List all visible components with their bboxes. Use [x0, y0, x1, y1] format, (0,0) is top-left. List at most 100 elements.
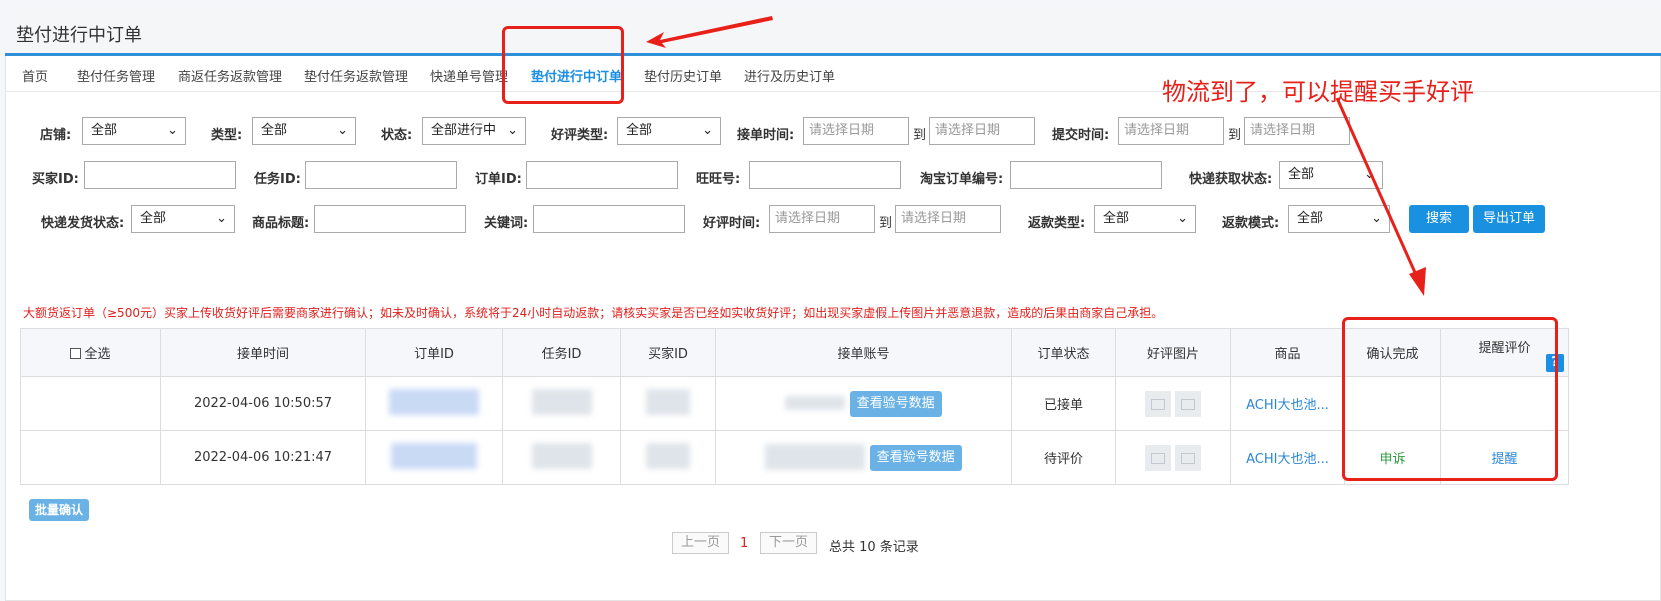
total-records: 总共 10 条记录: [829, 540, 919, 555]
remind-header-label: 提醒评价: [1478, 341, 1531, 356]
tab-advance-in-progress-orders[interactable]: 垫付进行中订单: [531, 66, 622, 85]
account-header: 接单账号: [715, 328, 1012, 377]
tab-merchant-refund-management[interactable]: 商返任务返款管理: [178, 66, 282, 85]
accept-time-label: 接单时间:: [737, 128, 795, 143]
image-placeholder-icon[interactable]: [1175, 390, 1201, 417]
refund-type-select[interactable]: 全部 ⌄: [1094, 205, 1196, 233]
product-title-input[interactable]: [314, 205, 466, 233]
wangwang-input[interactable]: [749, 161, 901, 189]
table-row: 2022-04-06 10:50:57 查看验号数据 已接单 ACHI大也池..…: [20, 376, 1569, 431]
refund-mode-label: 返款模式:: [1222, 216, 1280, 231]
annotation-text: 物流到了，可以提醒买手好评: [1162, 78, 1474, 106]
account-cell: 查看验号数据: [715, 430, 1012, 485]
batch-confirm-button[interactable]: 批量确认: [29, 499, 90, 521]
view-account-data-button[interactable]: 查看验号数据: [869, 444, 962, 471]
order-id-cell: [365, 376, 503, 431]
select-all-header[interactable]: 全选: [20, 328, 161, 377]
order-id-cell: [365, 430, 503, 485]
submit-time-to-input[interactable]: 请选择日期: [1244, 117, 1350, 145]
refund-mode-select[interactable]: 全部 ⌄: [1288, 205, 1390, 233]
current-page: 1: [740, 536, 749, 551]
export-orders-button[interactable]: 导出订单: [1473, 205, 1545, 233]
tab-progress-and-history-orders[interactable]: 进行及历史订单: [744, 66, 835, 85]
status-select[interactable]: 全部进行中 ⌄: [422, 117, 526, 145]
select-all-label: 全选: [84, 347, 111, 362]
taobao-order-input[interactable]: [1010, 161, 1162, 189]
express-ship-status-label: 快递发货状态:: [41, 216, 125, 231]
tab-advance-refund-management[interactable]: 垫付任务返款管理: [304, 66, 408, 85]
image-placeholder-icon[interactable]: [1175, 444, 1201, 471]
taobao-order-label: 淘宝订单编号:: [920, 172, 1004, 187]
status-select-value: 全部进行中: [431, 123, 497, 138]
remind-header: 提醒评价?: [1440, 328, 1569, 377]
accept-time-to-input[interactable]: 请选择日期: [929, 117, 1035, 145]
confirm-header: 确认完成: [1344, 328, 1441, 377]
view-account-data-button[interactable]: 查看验号数据: [849, 390, 942, 417]
accept-time-header: 接单时间: [160, 328, 366, 377]
accept-time-from-input[interactable]: 请选择日期: [803, 117, 909, 145]
redacted-value: [531, 388, 592, 415]
checkbox-icon[interactable]: [70, 348, 82, 359]
order-status-header: 订单状态: [1011, 328, 1116, 377]
redacted-value: [389, 388, 479, 415]
image-placeholder-icon[interactable]: [1145, 390, 1171, 417]
review-images-header: 好评图片: [1115, 328, 1231, 377]
review-time-from-input[interactable]: 请选择日期: [769, 205, 875, 233]
tab-advance-history-orders[interactable]: 垫付历史订单: [644, 66, 722, 85]
product-link[interactable]: ACHI大也池...: [1246, 452, 1329, 467]
status-label: 状态:: [381, 128, 413, 143]
order-id-input[interactable]: [526, 161, 678, 189]
account-cell: 查看验号数据: [715, 376, 1012, 431]
type-select[interactable]: 全部 ⌄: [252, 117, 356, 145]
review-time-to-input[interactable]: 请选择日期: [895, 205, 1001, 233]
submit-time-from-input[interactable]: 请选择日期: [1118, 117, 1224, 145]
help-icon[interactable]: ?: [1546, 354, 1564, 372]
row-checkbox-cell[interactable]: [20, 376, 161, 431]
product-header: 商品: [1230, 328, 1345, 377]
shop-select[interactable]: 全部 ⌄: [82, 117, 186, 145]
order-id-label: 订单ID:: [475, 172, 522, 187]
product-cell[interactable]: ACHI大也池...: [1230, 430, 1345, 485]
type-select-value: 全部: [261, 123, 288, 138]
row-checkbox-cell[interactable]: [20, 430, 161, 485]
search-button[interactable]: 搜索: [1409, 205, 1469, 233]
shop-label: 店铺:: [40, 128, 72, 143]
redacted-value: [531, 442, 592, 469]
review-time-to-label: 到: [879, 216, 893, 231]
review-type-label: 好评类型:: [551, 128, 609, 143]
task-id-input[interactable]: [305, 161, 457, 189]
product-cell[interactable]: ACHI大也池...: [1230, 376, 1345, 431]
review-type-select[interactable]: 全部 ⌄: [617, 117, 721, 145]
image-placeholder-icon[interactable]: [1145, 444, 1171, 471]
confirm-cell: [1344, 376, 1441, 431]
buyer-id-input[interactable]: [84, 161, 236, 189]
confirm-cell: 申诉: [1344, 430, 1441, 485]
express-fetch-status-value: 全部: [1288, 167, 1315, 182]
orders-table: 全选 接单时间 订单ID 任务ID 买家ID 接单账号 订单状态 好评图片 商品…: [20, 328, 1569, 485]
redacted-value: [646, 388, 690, 415]
prev-page-button[interactable]: 上一页: [672, 532, 730, 554]
page-title: 垫付进行中订单: [16, 25, 142, 46]
accept-time-to-label: 到: [913, 128, 927, 143]
tab-advance-task-management[interactable]: 垫付任务管理: [77, 66, 155, 85]
keyword-input[interactable]: [533, 205, 685, 233]
tab-express-number-management[interactable]: 快递单号管理: [430, 66, 508, 85]
review-images-cell: [1115, 430, 1231, 485]
remind-cell: 提醒: [1440, 430, 1569, 485]
appeal-link[interactable]: 申诉: [1379, 452, 1405, 467]
express-fetch-status-select[interactable]: 全部 ⌄: [1279, 161, 1383, 189]
product-title-label: 商品标题:: [252, 216, 310, 231]
product-link[interactable]: ACHI大也池...: [1246, 398, 1329, 413]
redacted-value: [646, 442, 690, 469]
chevron-down-icon: ⌄: [1371, 211, 1382, 226]
express-ship-status-select[interactable]: 全部 ⌄: [131, 205, 235, 233]
order-id-header: 订单ID: [365, 328, 503, 377]
submit-time-to-label: 到: [1228, 128, 1242, 143]
submit-time-label: 提交时间:: [1052, 128, 1110, 143]
next-page-button[interactable]: 下一页: [760, 532, 818, 554]
tab-home[interactable]: 首页: [22, 66, 48, 85]
review-type-select-value: 全部: [626, 123, 653, 138]
remind-review-link[interactable]: 提醒: [1491, 452, 1517, 467]
table-row: 2022-04-06 10:21:47 查看验号数据 待评价 ACHI大也池..…: [20, 430, 1569, 485]
type-label: 类型:: [211, 128, 243, 143]
